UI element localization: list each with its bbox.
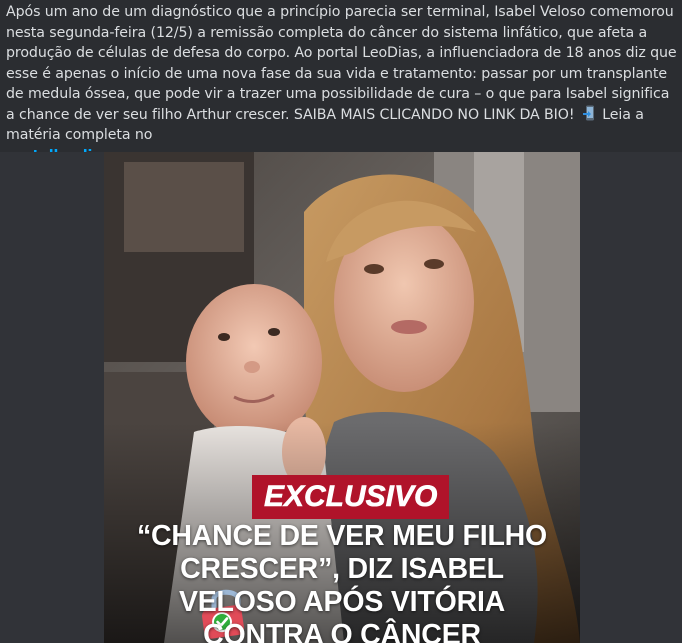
headline-line: CONTRA O CÂNCER	[203, 619, 481, 643]
image-letterbox-left	[0, 152, 104, 643]
post-caption: Após um ano de um diagnóstico que a prin…	[6, 2, 678, 166]
headline-line: CRESCER”, DIZ ISABEL	[180, 553, 504, 585]
image-headline: “CHANCE DE VER MEU FILHO CRESCER”, DIZ I…	[104, 520, 580, 643]
mobile-phone-arrow-icon	[582, 105, 595, 121]
exclusive-badge: EXCLUSIVO	[252, 475, 450, 519]
headline-line: VELOSO APÓS VITÓRIA	[178, 586, 506, 618]
post-message: Após um ano de um diagnóstico que a prin…	[0, 0, 682, 643]
caption-text: Após um ano de um diagnóstico que a prin…	[6, 4, 677, 123]
headline-line: “CHANCE DE VER MEU FILHO	[136, 520, 548, 552]
image-letterbox-right	[580, 152, 682, 643]
